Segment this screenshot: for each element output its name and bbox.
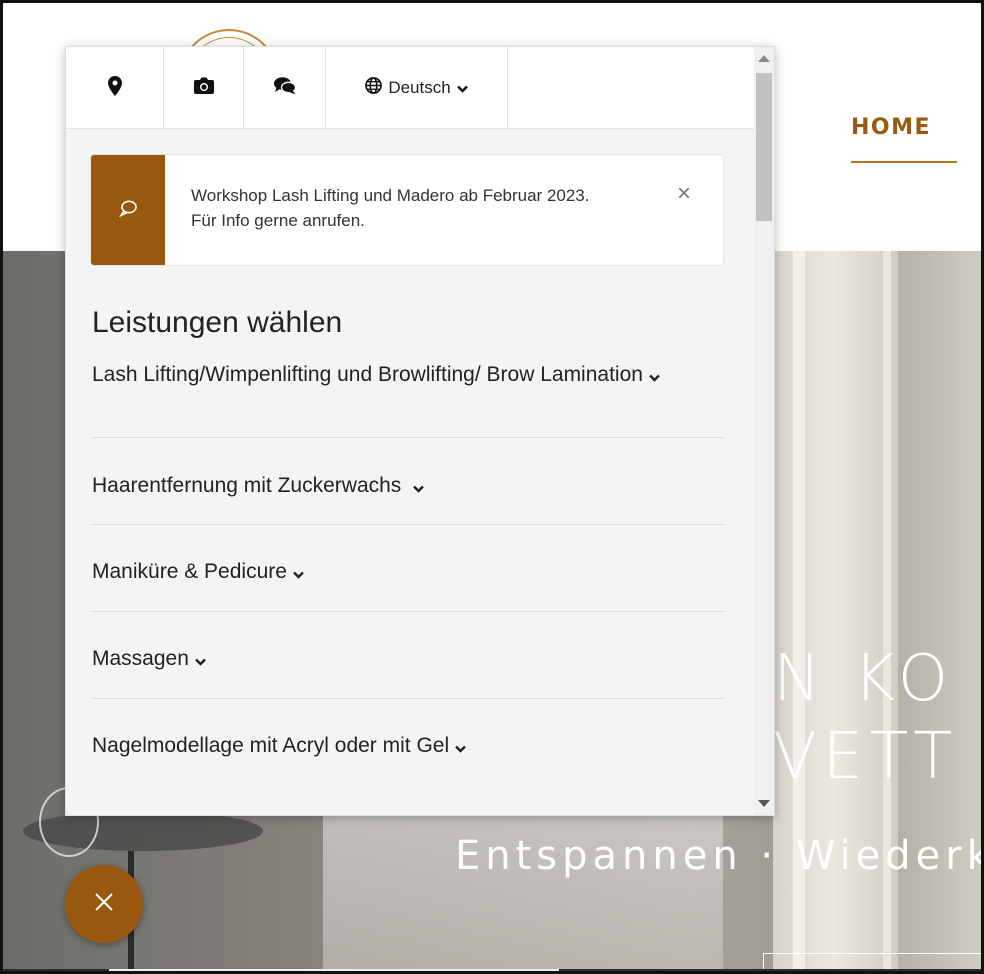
- service-category-item[interactable]: Lash Lifting/Wimpenlifting und Browlifti…: [92, 348, 724, 438]
- service-category-item[interactable]: Haarentfernung mit Zuckerwachs: [92, 439, 724, 525]
- language-label: Deutsch: [388, 78, 451, 97]
- service-label: Nagelmodellage mit Acryl oder mit Gel: [92, 734, 450, 757]
- language-selector[interactable]: Deutsch: [326, 47, 508, 129]
- chevron-down-icon: [195, 643, 206, 676]
- widget-toolbar: Deutsch: [66, 47, 756, 129]
- chevron-down-icon: [649, 359, 660, 392]
- browser-viewport: HOME N KO VETT Entspannen · Wiederk Deut…: [0, 0, 984, 974]
- service-label: Haarentfernung mit Zuckerwachs: [92, 474, 408, 497]
- chevron-down-icon: [293, 556, 304, 589]
- scroll-up-arrow-icon[interactable]: [758, 55, 770, 62]
- service-label: Lash Lifting/Wimpenlifting und Browlifti…: [92, 363, 643, 386]
- service-label: Maniküre & Pedicure: [92, 560, 287, 583]
- camera-icon: [193, 77, 214, 99]
- widget-close-fab[interactable]: [65, 865, 143, 943]
- comments-icon: [273, 76, 296, 100]
- notice-close-button[interactable]: ×: [671, 181, 697, 207]
- speech-bubble-icon: [118, 200, 137, 222]
- chevron-down-icon: [413, 470, 424, 503]
- chevron-down-icon: [455, 730, 467, 763]
- nav-home-link[interactable]: HOME: [851, 115, 931, 140]
- widget-content: Workshop Lash Lifting und Madero ab Febr…: [66, 130, 756, 815]
- notice-text: Workshop Lash Lifting und Madero ab Febr…: [191, 186, 590, 230]
- globe-icon: [365, 77, 383, 99]
- service-category-item[interactable]: Nagelmodellage mit Acryl oder mit Gel: [92, 699, 724, 786]
- reviews-button[interactable]: [244, 47, 326, 129]
- nav-active-underline: [851, 161, 957, 163]
- notice-icon-strip: [91, 155, 165, 265]
- close-icon: [93, 891, 115, 918]
- bottom-bar-highlight: [109, 969, 559, 971]
- widget-scrollbar[interactable]: [754, 47, 774, 815]
- hero-title-line2: VETT: [773, 720, 959, 794]
- hero-subtitle: Entspannen · Wiederk: [455, 833, 984, 879]
- hero-title-line1: N KO: [773, 642, 955, 716]
- services-title: Leistungen wählen: [92, 306, 343, 339]
- booking-widget: Deutsch Workshop Lash Lifting und Madero…: [65, 46, 775, 816]
- service-category-item[interactable]: Massagen: [92, 612, 724, 699]
- gallery-button[interactable]: [164, 47, 244, 129]
- location-button[interactable]: [66, 47, 164, 129]
- announcement-notice: Workshop Lash Lifting und Madero ab Febr…: [90, 154, 724, 266]
- scroll-down-arrow-icon[interactable]: [758, 800, 770, 807]
- chevron-down-icon: [456, 78, 468, 98]
- map-marker-icon: [107, 75, 122, 101]
- service-category-item[interactable]: Maniküre & Pedicure: [92, 525, 724, 612]
- service-label: Massagen: [92, 647, 189, 670]
- scrollbar-thumb[interactable]: [756, 73, 772, 221]
